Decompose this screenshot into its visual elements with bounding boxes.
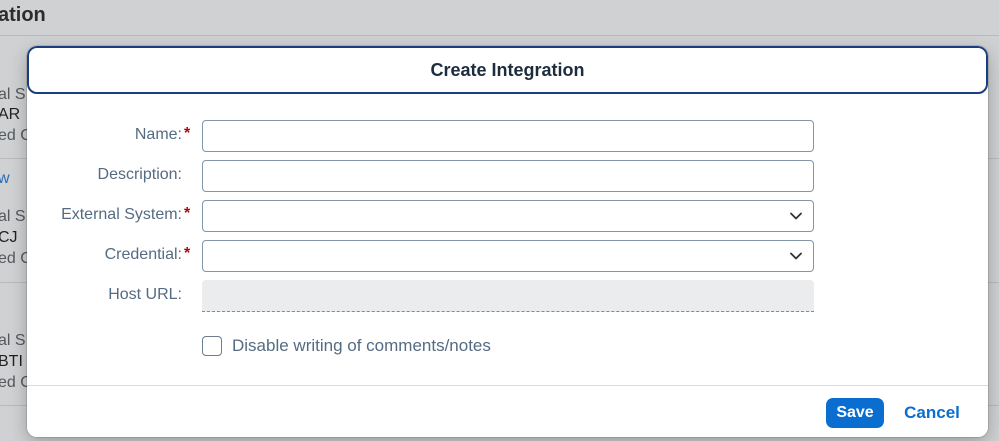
background-card-line: al S: [0, 208, 26, 225]
background-card-line: al S: [0, 86, 26, 103]
external-system-select[interactable]: [202, 200, 814, 232]
disable-comments-option[interactable]: Disable writing of comments/notes: [202, 335, 491, 357]
dialog-footer: Save Cancel: [27, 385, 988, 437]
chevron-down-icon[interactable]: [789, 209, 803, 223]
save-button[interactable]: Save: [826, 398, 884, 428]
background-card-line: al S: [0, 332, 26, 349]
description-label: Description:: [97, 166, 182, 183]
credential-label: Credential:: [104, 246, 182, 263]
create-integration-dialog: Create Integration Name: * Description: …: [27, 46, 988, 437]
background-page-title: ation: [0, 4, 46, 26]
name-label: Name:: [134, 126, 182, 143]
required-marker: *: [184, 205, 191, 222]
background-card-line: CJ: [0, 229, 18, 246]
disable-comments-label[interactable]: Disable writing of comments/notes: [232, 336, 491, 356]
background-card-line: AR: [0, 106, 21, 123]
host-url-input: [202, 280, 814, 312]
credential-row: Credential: *: [27, 240, 988, 272]
credential-select[interactable]: [202, 240, 814, 272]
chevron-down-icon[interactable]: [789, 249, 803, 263]
dialog-header: Create Integration: [27, 46, 988, 94]
host-url-row: Host URL:: [27, 280, 988, 312]
background-link: w: [0, 170, 10, 187]
description-input[interactable]: [202, 160, 814, 192]
cancel-button[interactable]: Cancel: [896, 398, 968, 428]
host-url-label: Host URL:: [108, 286, 182, 303]
required-marker: *: [184, 245, 191, 262]
external-system-label: External System:: [61, 206, 182, 223]
disable-comments-checkbox[interactable]: [202, 336, 222, 356]
background-header: ation: [0, 0, 999, 36]
description-row: Description:: [27, 160, 988, 192]
dialog-title: Create Integration: [430, 59, 585, 80]
required-marker: *: [184, 125, 191, 142]
external-system-row: External System: *: [27, 200, 988, 232]
background-card-line: BTI: [0, 353, 23, 370]
name-row: Name: *: [27, 120, 988, 152]
name-input[interactable]: [202, 120, 814, 152]
